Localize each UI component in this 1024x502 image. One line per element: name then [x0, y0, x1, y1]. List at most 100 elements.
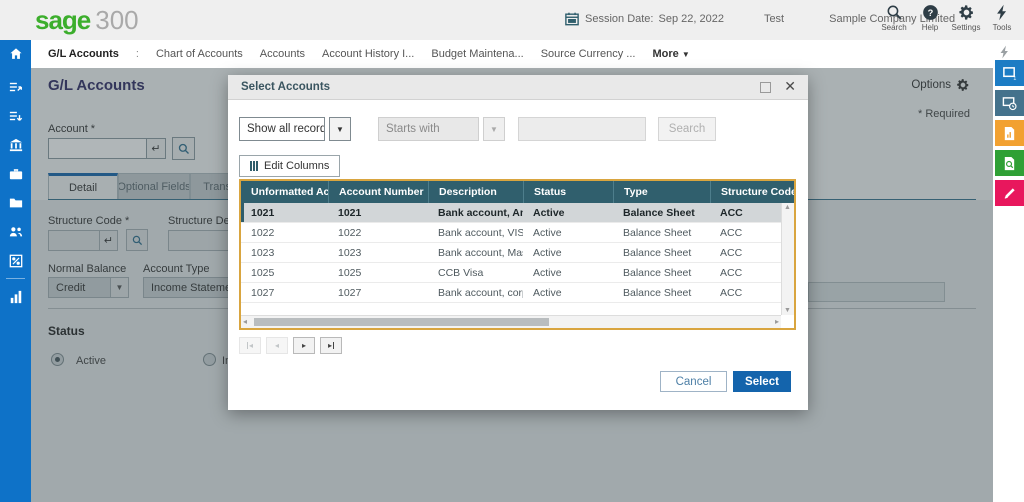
settings-label: Settings — [951, 23, 981, 32]
breadcrumb-bar: G/L Accounts : Chart of Accounts Account… — [0, 40, 1024, 68]
accounts-table-rows: 1021 1021 Bank account, Am... Active Bal… — [241, 203, 794, 303]
search-button[interactable]: Search — [876, 4, 912, 32]
cell-status: Active — [533, 286, 562, 299]
sidebar-item-bank[interactable] — [0, 130, 31, 159]
last-page-button[interactable]: ▸ — [320, 337, 342, 354]
nav-more-menu[interactable]: More ▼ — [652, 48, 689, 60]
help-button[interactable]: ? Help — [912, 4, 948, 32]
sidebar-item-users[interactable] — [0, 217, 31, 246]
scroll-down-icon[interactable]: ▼ — [784, 307, 791, 314]
session-date-value: Sep 22, 2022 — [658, 13, 724, 25]
next-page-button[interactable]: ▸ — [293, 337, 315, 354]
scroll-up-icon[interactable]: ▲ — [784, 204, 791, 211]
maximize-icon[interactable] — [760, 82, 771, 93]
column-header-status[interactable]: Status — [523, 181, 613, 203]
dialog-title: Select Accounts — [241, 81, 331, 93]
table-row[interactable]: 1027 1027 Bank account, corp... Active B… — [241, 283, 794, 303]
close-icon[interactable]: ✕ — [784, 78, 796, 95]
previous-page-button[interactable]: ◂ — [266, 337, 288, 354]
columns-icon — [250, 161, 258, 171]
sage300-app: sage 300 Session Date: Sep 22, 2022 Test … — [0, 0, 1024, 502]
table-row[interactable]: 1021 1021 Bank account, Am... Active Bal… — [241, 203, 794, 223]
cell-type: Balance Sheet — [623, 286, 692, 299]
chevron-down-icon[interactable]: ▼ — [329, 117, 351, 141]
gear-icon — [958, 5, 973, 20]
cell-description: Bank account, corp... — [438, 286, 523, 299]
cell-unformatted-account: 1022 — [251, 226, 275, 239]
session-date-label: Session Date: — [585, 13, 654, 25]
nav-separator: : — [135, 48, 139, 60]
cell-description: Bank account, VISA — [438, 226, 523, 239]
sidebar-item-batch-list[interactable] — [0, 101, 31, 130]
tools-label: Tools — [992, 23, 1012, 32]
user-name[interactable]: Test — [764, 13, 784, 25]
svg-text:?: ? — [927, 8, 933, 18]
scroll-right-icon[interactable]: ▸ — [775, 317, 779, 326]
chevron-down-icon: ▼ — [483, 117, 505, 141]
sidebar-item-folder[interactable] — [0, 188, 31, 217]
sidebar-item-reports[interactable] — [0, 282, 31, 311]
nav-item-budget-maintenance[interactable]: Budget Maintena... — [431, 48, 523, 60]
inquiry-tile[interactable] — [995, 150, 1024, 176]
cell-account-number: 1025 — [338, 266, 362, 279]
home-button[interactable] — [0, 40, 31, 68]
sidebar-item-tax-services[interactable] — [0, 246, 31, 275]
left-sidebar — [0, 68, 31, 502]
accounts-grid: Unformatted Acco... Account Number Descr… — [239, 179, 796, 330]
table-row[interactable]: 1022 1022 Bank account, VISA Active Bala… — [241, 223, 794, 243]
vertical-scrollbar[interactable]: ▲ ▼ — [781, 203, 794, 315]
column-header-description[interactable]: Description — [428, 181, 523, 203]
customize-tile[interactable] — [995, 180, 1024, 206]
help-icon: ? — [922, 5, 938, 20]
cell-status: Active — [533, 266, 562, 279]
sage300-logo: sage 300 — [35, 5, 139, 36]
cell-type: Balance Sheet — [623, 246, 692, 259]
logo-300-text: 300 — [95, 5, 139, 35]
sidebar-item-briefcase[interactable] — [0, 159, 31, 188]
accounts-grid-header: Unformatted Acco... Account Number Descr… — [241, 181, 794, 203]
nav-item-accounts[interactable]: Accounts — [260, 48, 305, 60]
nav-item-chart-of-accounts[interactable]: Chart of Accounts — [156, 48, 243, 60]
cell-account-number: 1022 — [338, 226, 362, 239]
settings-button[interactable]: Settings — [948, 4, 984, 32]
search-button[interactable]: Search — [658, 117, 716, 141]
scroll-left-icon[interactable]: ◂ — [243, 317, 247, 326]
cell-account-number: 1021 — [338, 206, 362, 219]
search-text-input[interactable] — [518, 117, 646, 141]
nav-item-source-currency[interactable]: Source Currency ... — [541, 48, 636, 60]
cell-unformatted-account: 1025 — [251, 266, 275, 279]
edit-columns-button[interactable]: Edit Columns — [239, 155, 341, 177]
sidebar-divider — [6, 278, 25, 279]
help-label: Help — [921, 23, 939, 32]
cell-status: Active — [533, 226, 562, 239]
reports-tile[interactable] — [995, 120, 1024, 146]
cell-description: Bank account, Mast... — [438, 246, 523, 259]
sidebar-item-gl-journal[interactable] — [0, 72, 31, 101]
column-header-account-number[interactable]: Account Number — [328, 181, 428, 203]
chevron-down-icon: ▼ — [681, 50, 690, 59]
table-row[interactable]: 1025 1025 CCB Visa Active Balance Sheet … — [241, 263, 794, 283]
nav-active-item[interactable]: G/L Accounts — [48, 48, 119, 60]
column-header-unformatted-account[interactable]: Unformatted Acco... — [241, 181, 328, 203]
pagination: ◂ ◂ ▸ ▸ — [239, 337, 342, 354]
cell-description: CCB Visa — [438, 266, 484, 279]
dialog-titlebar[interactable]: Select Accounts ✕ — [228, 75, 808, 100]
svg-text:1: 1 — [1013, 76, 1016, 81]
cell-account-number: 1023 — [338, 246, 362, 259]
horizontal-scrollbar[interactable]: ◂ ▸ — [241, 315, 781, 328]
record-filter-select[interactable]: Show all records ▼ — [239, 117, 351, 141]
column-header-structure-code[interactable]: Structure Code — [710, 181, 794, 203]
cancel-button[interactable]: Cancel — [660, 371, 727, 392]
scrollbar-thumb[interactable] — [254, 318, 549, 326]
nav-item-account-history[interactable]: Account History I... — [322, 48, 414, 60]
recent-windows-tile[interactable] — [995, 90, 1024, 116]
cell-unformatted-account: 1027 — [251, 286, 275, 299]
tools-button[interactable]: Tools — [984, 4, 1020, 32]
select-button[interactable]: Select — [733, 371, 791, 392]
cell-unformatted-account: 1021 — [251, 206, 275, 219]
condition-select[interactable]: Starts with ▼ — [378, 117, 505, 141]
table-row[interactable]: 1023 1023 Bank account, Mast... Active B… — [241, 243, 794, 263]
first-page-button[interactable]: ◂ — [239, 337, 261, 354]
open-windows-tile[interactable]: 1 — [995, 60, 1024, 86]
column-header-type[interactable]: Type — [613, 181, 710, 203]
